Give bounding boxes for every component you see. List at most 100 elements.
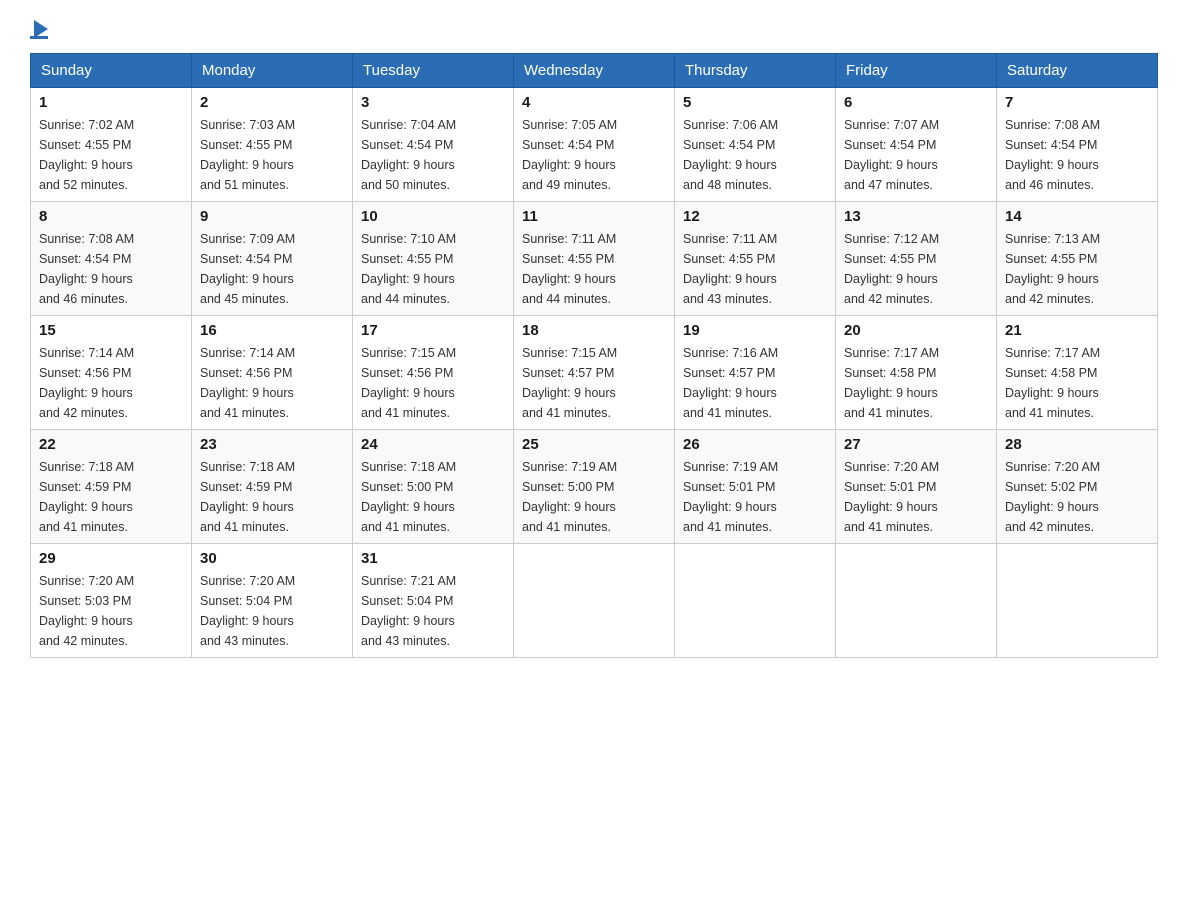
day-info: Sunrise: 7:17 AMSunset: 4:58 PMDaylight:… bbox=[844, 343, 988, 423]
calendar-table: SundayMondayTuesdayWednesdayThursdayFrid… bbox=[30, 53, 1158, 658]
day-number: 29 bbox=[39, 550, 183, 567]
day-number: 11 bbox=[522, 208, 666, 225]
day-info: Sunrise: 7:18 AMSunset: 5:00 PMDaylight:… bbox=[361, 457, 505, 537]
calendar-week-row: 1 Sunrise: 7:02 AMSunset: 4:55 PMDaylight… bbox=[31, 88, 1158, 202]
calendar-cell: 17Sunrise: 7:15 AMSunset: 4:56 PMDayligh… bbox=[353, 316, 514, 430]
day-info: Sunrise: 7:11 AMSunset: 4:55 PMDaylight:… bbox=[522, 229, 666, 309]
calendar-cell bbox=[836, 544, 997, 658]
calendar-cell: 4 Sunrise: 7:05 AMSunset: 4:54 PMDaylight… bbox=[514, 88, 675, 202]
day-number: 25 bbox=[522, 436, 666, 453]
day-number: 23 bbox=[200, 436, 344, 453]
day-info: Sunrise: 7:08 AMSunset: 4:54 PMDaylight:… bbox=[1005, 115, 1149, 195]
day-number: 31 bbox=[361, 550, 505, 567]
day-number: 24 bbox=[361, 436, 505, 453]
day-info: Sunrise: 7:13 AMSunset: 4:55 PMDaylight:… bbox=[1005, 229, 1149, 309]
day-info: Sunrise: 7:18 AMSunset: 4:59 PMDaylight:… bbox=[39, 457, 183, 537]
calendar-header-saturday: Saturday bbox=[997, 54, 1158, 88]
day-info: Sunrise: 7:11 AMSunset: 4:55 PMDaylight:… bbox=[683, 229, 827, 309]
day-number: 5 bbox=[683, 94, 827, 111]
day-number: 13 bbox=[844, 208, 988, 225]
calendar-cell: 6 Sunrise: 7:07 AMSunset: 4:54 PMDaylight… bbox=[836, 88, 997, 202]
day-number: 1 bbox=[39, 94, 183, 111]
day-number: 14 bbox=[1005, 208, 1149, 225]
calendar-header-monday: Monday bbox=[192, 54, 353, 88]
calendar-week-row: 8 Sunrise: 7:08 AMSunset: 4:54 PMDaylight… bbox=[31, 202, 1158, 316]
calendar-cell: 21 Sunrise: 7:17 AMSunset: 4:58 PMDayligh… bbox=[997, 316, 1158, 430]
day-info: Sunrise: 7:06 AMSunset: 4:54 PMDaylight:… bbox=[683, 115, 827, 195]
calendar-header-tuesday: Tuesday bbox=[353, 54, 514, 88]
day-info: Sunrise: 7:19 AMSunset: 5:00 PMDaylight:… bbox=[522, 457, 666, 537]
calendar-cell: 31 Sunrise: 7:21 AMSunset: 5:04 PMDayligh… bbox=[353, 544, 514, 658]
day-info: Sunrise: 7:04 AMSunset: 4:54 PMDaylight:… bbox=[361, 115, 505, 195]
calendar-cell: 5 Sunrise: 7:06 AMSunset: 4:54 PMDaylight… bbox=[675, 88, 836, 202]
day-info: Sunrise: 7:20 AMSunset: 5:02 PMDaylight:… bbox=[1005, 457, 1149, 537]
calendar-cell: 26 Sunrise: 7:19 AMSunset: 5:01 PMDayligh… bbox=[675, 430, 836, 544]
calendar-cell bbox=[514, 544, 675, 658]
calendar-cell: 10Sunrise: 7:10 AMSunset: 4:55 PMDayligh… bbox=[353, 202, 514, 316]
day-number: 6 bbox=[844, 94, 988, 111]
calendar-cell: 7 Sunrise: 7:08 AMSunset: 4:54 PMDaylight… bbox=[997, 88, 1158, 202]
calendar-cell: 30Sunrise: 7:20 AMSunset: 5:04 PMDayligh… bbox=[192, 544, 353, 658]
day-info: Sunrise: 7:17 AMSunset: 4:58 PMDaylight:… bbox=[1005, 343, 1149, 423]
calendar-cell bbox=[997, 544, 1158, 658]
calendar-cell: 2Sunrise: 7:03 AMSunset: 4:55 PMDaylight… bbox=[192, 88, 353, 202]
calendar-cell: 24 Sunrise: 7:18 AMSunset: 5:00 PMDayligh… bbox=[353, 430, 514, 544]
calendar-cell: 11 Sunrise: 7:11 AMSunset: 4:55 PMDayligh… bbox=[514, 202, 675, 316]
day-number: 9 bbox=[200, 208, 344, 225]
day-info: Sunrise: 7:09 AMSunset: 4:54 PMDaylight:… bbox=[200, 229, 344, 309]
day-info: Sunrise: 7:15 AMSunset: 4:57 PMDaylight:… bbox=[522, 343, 666, 423]
day-number: 19 bbox=[683, 322, 827, 339]
day-info: Sunrise: 7:07 AMSunset: 4:54 PMDaylight:… bbox=[844, 115, 988, 195]
calendar-cell: 20 Sunrise: 7:17 AMSunset: 4:58 PMDayligh… bbox=[836, 316, 997, 430]
day-number: 16 bbox=[200, 322, 344, 339]
day-info: Sunrise: 7:21 AMSunset: 5:04 PMDaylight:… bbox=[361, 571, 505, 651]
calendar-cell: 29 Sunrise: 7:20 AMSunset: 5:03 PMDayligh… bbox=[31, 544, 192, 658]
calendar-week-row: 22 Sunrise: 7:18 AMSunset: 4:59 PMDayligh… bbox=[31, 430, 1158, 544]
day-number: 7 bbox=[1005, 94, 1149, 111]
day-number: 18 bbox=[522, 322, 666, 339]
day-info: Sunrise: 7:08 AMSunset: 4:54 PMDaylight:… bbox=[39, 229, 183, 309]
day-info: Sunrise: 7:18 AMSunset: 4:59 PMDaylight:… bbox=[200, 457, 344, 537]
day-number: 27 bbox=[844, 436, 988, 453]
calendar-week-row: 15 Sunrise: 7:14 AMSunset: 4:56 PMDayligh… bbox=[31, 316, 1158, 430]
calendar-cell: 9 Sunrise: 7:09 AMSunset: 4:54 PMDaylight… bbox=[192, 202, 353, 316]
calendar-cell: 12 Sunrise: 7:11 AMSunset: 4:55 PMDayligh… bbox=[675, 202, 836, 316]
calendar-cell: 16Sunrise: 7:14 AMSunset: 4:56 PMDayligh… bbox=[192, 316, 353, 430]
calendar-week-row: 29 Sunrise: 7:20 AMSunset: 5:03 PMDayligh… bbox=[31, 544, 1158, 658]
header bbox=[30, 20, 1158, 33]
day-info: Sunrise: 7:14 AMSunset: 4:56 PMDaylight:… bbox=[39, 343, 183, 423]
day-number: 20 bbox=[844, 322, 988, 339]
day-info: Sunrise: 7:10 AMSunset: 4:55 PMDaylight:… bbox=[361, 229, 505, 309]
calendar-header-row: SundayMondayTuesdayWednesdayThursdayFrid… bbox=[31, 54, 1158, 88]
day-number: 15 bbox=[39, 322, 183, 339]
day-info: Sunrise: 7:19 AMSunset: 5:01 PMDaylight:… bbox=[683, 457, 827, 537]
day-number: 28 bbox=[1005, 436, 1149, 453]
day-info: Sunrise: 7:05 AMSunset: 4:54 PMDaylight:… bbox=[522, 115, 666, 195]
day-info: Sunrise: 7:02 AMSunset: 4:55 PMDaylight:… bbox=[39, 115, 183, 195]
day-number: 8 bbox=[39, 208, 183, 225]
day-number: 4 bbox=[522, 94, 666, 111]
calendar-cell: 8 Sunrise: 7:08 AMSunset: 4:54 PMDaylight… bbox=[31, 202, 192, 316]
day-number: 22 bbox=[39, 436, 183, 453]
day-number: 26 bbox=[683, 436, 827, 453]
day-number: 12 bbox=[683, 208, 827, 225]
calendar-header-sunday: Sunday bbox=[31, 54, 192, 88]
day-info: Sunrise: 7:20 AMSunset: 5:03 PMDaylight:… bbox=[39, 571, 183, 651]
logo bbox=[30, 20, 48, 33]
calendar-cell: 27Sunrise: 7:20 AMSunset: 5:01 PMDayligh… bbox=[836, 430, 997, 544]
calendar-header-friday: Friday bbox=[836, 54, 997, 88]
calendar-cell: 15 Sunrise: 7:14 AMSunset: 4:56 PMDayligh… bbox=[31, 316, 192, 430]
calendar-cell: 13 Sunrise: 7:12 AMSunset: 4:55 PMDayligh… bbox=[836, 202, 997, 316]
day-info: Sunrise: 7:12 AMSunset: 4:55 PMDaylight:… bbox=[844, 229, 988, 309]
calendar-cell bbox=[675, 544, 836, 658]
day-info: Sunrise: 7:20 AMSunset: 5:04 PMDaylight:… bbox=[200, 571, 344, 651]
calendar-cell: 3 Sunrise: 7:04 AMSunset: 4:54 PMDaylight… bbox=[353, 88, 514, 202]
day-number: 3 bbox=[361, 94, 505, 111]
calendar-cell: 22 Sunrise: 7:18 AMSunset: 4:59 PMDayligh… bbox=[31, 430, 192, 544]
calendar-cell: 1 Sunrise: 7:02 AMSunset: 4:55 PMDaylight… bbox=[31, 88, 192, 202]
day-number: 2 bbox=[200, 94, 344, 111]
calendar-header-thursday: Thursday bbox=[675, 54, 836, 88]
calendar-cell: 14 Sunrise: 7:13 AMSunset: 4:55 PMDayligh… bbox=[997, 202, 1158, 316]
day-number: 21 bbox=[1005, 322, 1149, 339]
day-info: Sunrise: 7:16 AMSunset: 4:57 PMDaylight:… bbox=[683, 343, 827, 423]
